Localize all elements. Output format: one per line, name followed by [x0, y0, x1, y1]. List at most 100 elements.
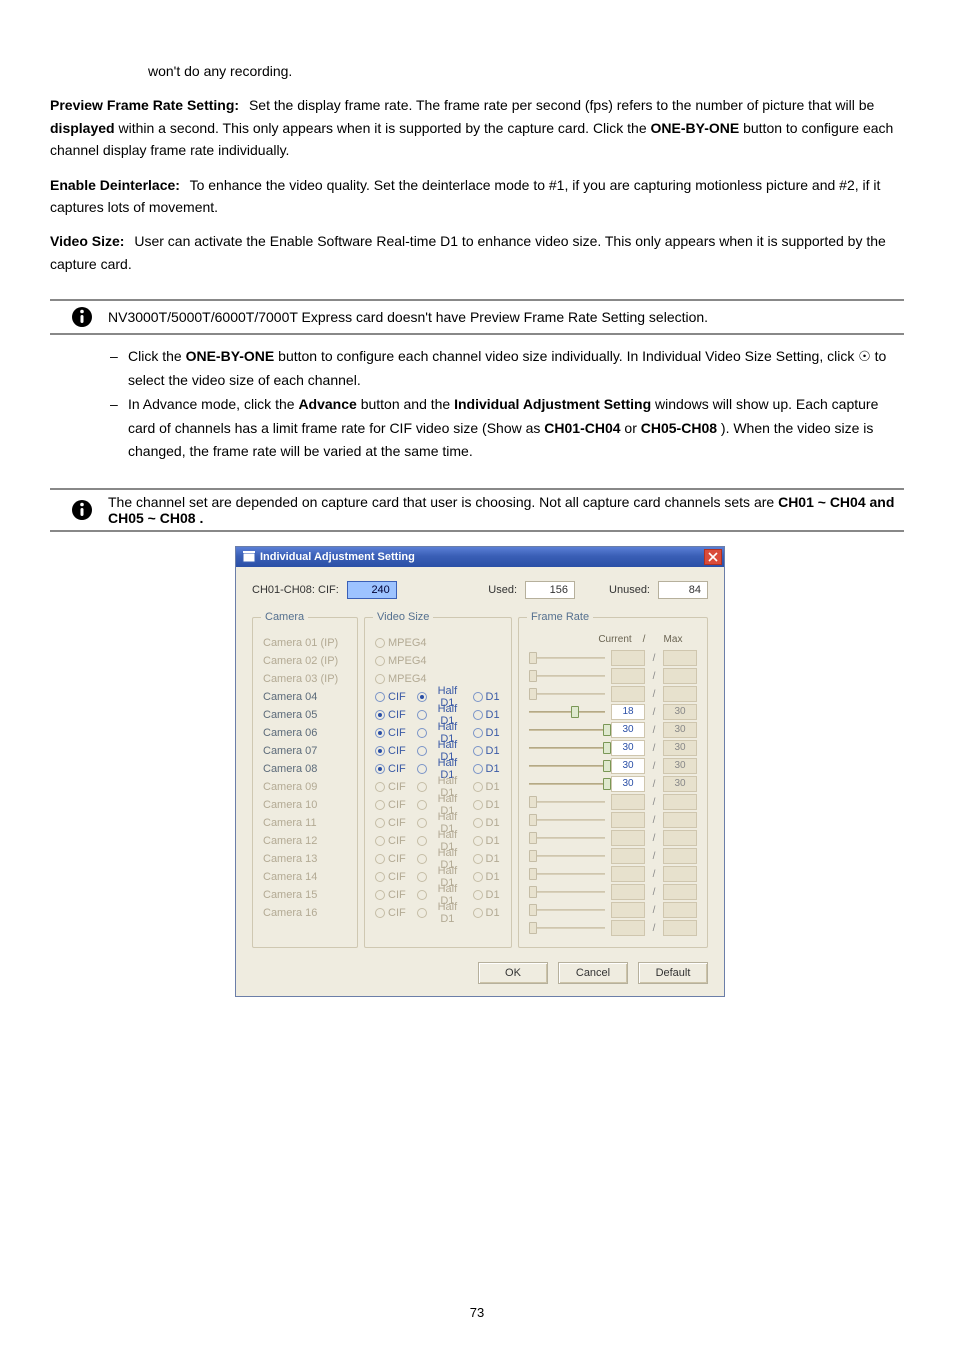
current-fps — [611, 866, 645, 882]
max-fps: 30 — [663, 740, 697, 756]
fps-separator: / — [651, 689, 657, 700]
frame-rate-row: / — [529, 901, 697, 919]
option-label: CIF — [388, 691, 406, 703]
fps-separator: / — [651, 923, 657, 934]
fps-separator: / — [651, 851, 657, 862]
page-number: 73 — [0, 1305, 954, 1320]
frame-rate-row: / — [529, 919, 697, 937]
option-label: D1 — [486, 871, 500, 883]
info-icon — [70, 305, 94, 329]
camera-row: Camera 15 — [263, 886, 347, 904]
option-label: CIF — [388, 817, 406, 829]
camera-row: Camera 01 (IP) — [263, 634, 347, 652]
frame-rate-slider[interactable] — [529, 723, 605, 737]
video-size-option-d1[interactable]: D1 — [473, 691, 501, 703]
radio-icon — [375, 692, 385, 702]
current-fps: 18 — [611, 704, 645, 720]
current-header: Current — [595, 634, 635, 645]
radio-icon — [417, 692, 427, 702]
current-fps — [611, 812, 645, 828]
option-label: D1 — [486, 853, 500, 865]
video-size-option-cif: CIF — [375, 889, 409, 901]
video-size-option-d1[interactable]: D1 — [473, 727, 501, 739]
video-size-option-cif[interactable]: CIF — [375, 709, 409, 721]
radio-icon — [375, 890, 385, 900]
radio-icon — [417, 782, 427, 792]
video-size-group: Video Size MPEG4MPEG4MPEG4CIFHalf D1D1CI… — [364, 617, 512, 948]
chgroup-b: CH05 ~ CH08 — [108, 510, 196, 526]
video-size-option-d1[interactable]: D1 — [473, 745, 501, 757]
video-size-text: User can activate the Enable Software Re… — [50, 233, 886, 271]
video-size-row: MPEG4 — [375, 652, 501, 670]
radio-icon — [375, 818, 385, 828]
video-size-option-cif[interactable]: CIF — [375, 727, 409, 739]
cancel-button[interactable]: Cancel — [558, 962, 628, 984]
option-label: D1 — [486, 727, 500, 739]
max-fps: 30 — [663, 704, 697, 720]
frame-rate-slider — [529, 651, 605, 665]
ok-button[interactable]: OK — [478, 962, 548, 984]
radio-icon — [375, 782, 385, 792]
close-button[interactable] — [704, 549, 722, 565]
fps-separator: / — [651, 743, 657, 754]
option-label: D1 — [486, 745, 500, 757]
radio-icon — [375, 656, 385, 666]
displayed-bold: displayed — [50, 120, 115, 136]
para2b: within a second. This only appears when … — [118, 120, 650, 136]
camera-row: Camera 08 — [263, 760, 347, 778]
option-label: CIF — [388, 835, 406, 847]
option-label: D1 — [486, 691, 500, 703]
video-size-option-cif[interactable]: CIF — [375, 745, 409, 757]
frame-rate-slider[interactable] — [529, 741, 605, 755]
preview-frame-label: Preview Frame Rate Setting: — [50, 97, 239, 113]
odot-icon: ☉ — [858, 348, 871, 364]
current-fps — [611, 668, 645, 684]
frame-rate-slider[interactable] — [529, 777, 605, 791]
radio-icon — [473, 818, 483, 828]
frame-rate-slider — [529, 867, 605, 881]
max-header: Max — [653, 634, 693, 645]
unused-value: 84 — [658, 581, 708, 599]
max-fps — [663, 920, 697, 936]
mpeg4-label: MPEG4 — [388, 637, 427, 649]
video-size-option-d1[interactable]: D1 — [473, 709, 501, 721]
video-size-option-cif[interactable]: CIF — [375, 691, 409, 703]
current-fps — [611, 650, 645, 666]
frame-rate-group: Frame Rate Current / Max ///18/3030/3030… — [518, 617, 708, 948]
onebyone-bold2: ONE-BY-ONE — [186, 348, 275, 364]
radio-icon — [375, 854, 385, 864]
note2a: The channel set are depended on capture … — [108, 494, 778, 510]
current-fps — [611, 920, 645, 936]
frame-rate-row: 30/30 — [529, 775, 697, 793]
frame-rate-slider[interactable] — [529, 759, 605, 773]
dash1b: button to configure each channel video s… — [278, 348, 858, 364]
dash-marker: – — [110, 345, 120, 393]
camera-row: Camera 16 — [263, 904, 347, 922]
max-fps — [663, 830, 697, 846]
camera-row: Camera 12 — [263, 832, 347, 850]
current-fps: 30 — [611, 776, 645, 792]
video-size-option-cif: CIF — [375, 835, 409, 847]
current-fps — [611, 686, 645, 702]
dash2b: button and the — [361, 396, 454, 412]
radio-icon — [417, 836, 427, 846]
or-word: or — [624, 420, 636, 436]
cif-value[interactable]: 240 — [347, 581, 397, 599]
video-size-option-cif[interactable]: CIF — [375, 763, 409, 775]
option-label: CIF — [388, 763, 406, 775]
leading-line: won't do any recording. — [50, 60, 904, 82]
default-button[interactable]: Default — [638, 962, 708, 984]
camera-row: Camera 07 — [263, 742, 347, 760]
preview-frame-paragraph: Preview Frame Rate Setting: Set the disp… — [50, 94, 904, 161]
option-label: D1 — [486, 709, 500, 721]
note2-dot: . — [199, 510, 203, 526]
unused-label: Unused: — [609, 584, 650, 596]
video-size-option-cif: CIF — [375, 817, 409, 829]
frame-group-title: Frame Rate — [527, 611, 593, 623]
video-size-option-d1[interactable]: D1 — [473, 763, 501, 775]
option-label: CIF — [388, 871, 406, 883]
max-fps: 30 — [663, 722, 697, 738]
frame-rate-slider — [529, 921, 605, 935]
frame-rate-slider[interactable] — [529, 705, 605, 719]
current-fps: 30 — [611, 740, 645, 756]
